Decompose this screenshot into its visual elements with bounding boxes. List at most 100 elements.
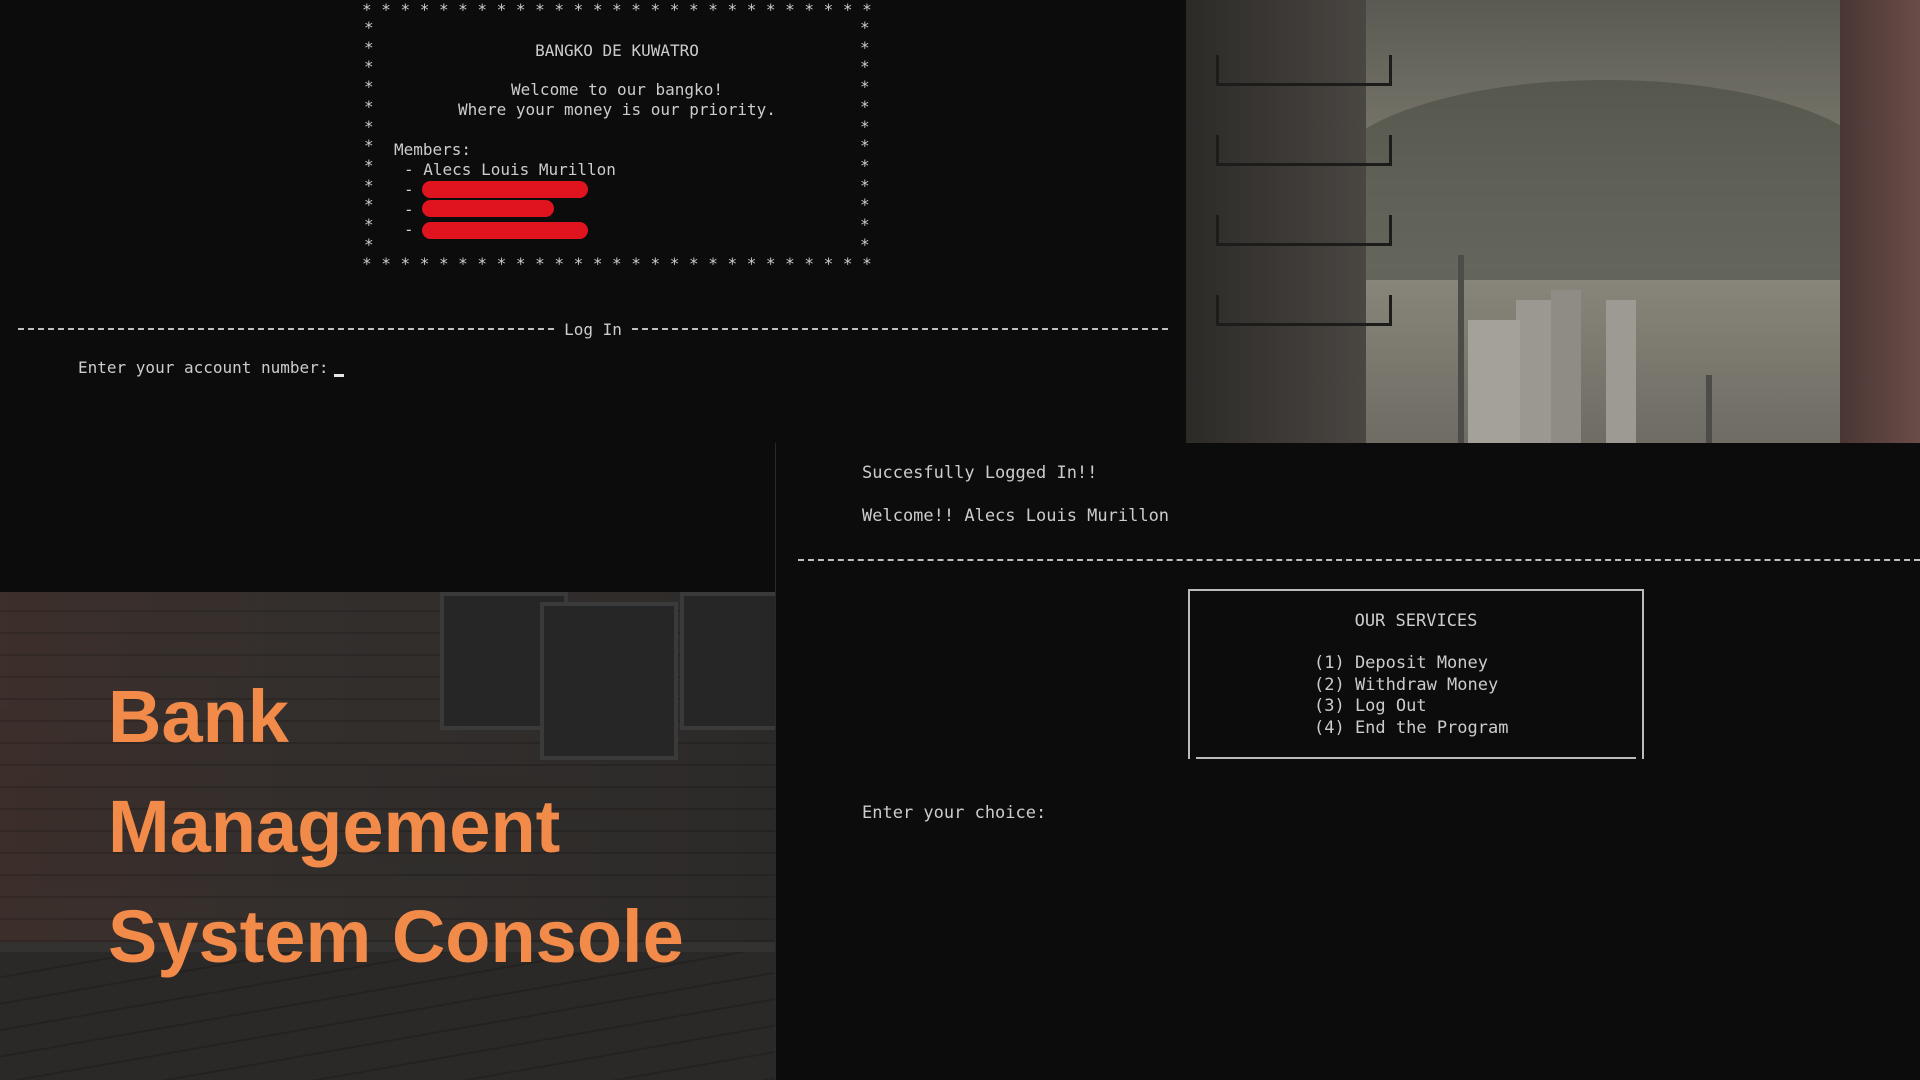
border-asterisk: * xyxy=(554,254,564,273)
border-asterisk: * xyxy=(860,116,870,136)
border-asterisk: * xyxy=(765,0,776,19)
border-asterisk: * xyxy=(535,254,545,273)
login-console-window: * * * * * * * * * * * * * * * * * * * * * * * * * * * * * * * * * * * * * * *… xyxy=(0,0,1186,443)
border-asterisk: * xyxy=(650,254,661,273)
login-section-divider: Log In xyxy=(18,318,1169,340)
member-item: - xyxy=(404,220,414,239)
border-asterisk: * xyxy=(860,18,870,37)
border-asterisk: * xyxy=(727,0,738,19)
border-asterisk: * xyxy=(496,254,507,273)
border-asterisk: * xyxy=(860,215,870,235)
border-asterisk: * xyxy=(458,254,468,273)
border-asterisk: * xyxy=(688,254,699,273)
service-option-withdraw: (2) Withdraw Money xyxy=(1314,674,1499,695)
welcome-line-1: Welcome to our bangko! xyxy=(511,80,723,99)
banner-bottom-border: * * * * * * * * * * * * * * * * * * * * * * * * * * * xyxy=(362,254,872,274)
border-asterisk: * xyxy=(708,0,718,19)
redaction-mark xyxy=(422,200,554,217)
border-asterisk: * xyxy=(381,254,391,273)
border-asterisk: * xyxy=(669,254,680,273)
border-asterisk: * xyxy=(573,0,584,19)
border-asterisk: * xyxy=(860,57,870,77)
border-asterisk: * xyxy=(364,156,374,176)
border-asterisk: * xyxy=(746,0,757,19)
choice-input-prompt[interactable]: Enter your choice: xyxy=(862,803,1046,823)
border-asterisk: * xyxy=(364,215,374,235)
service-option-logout: (3) Log Out xyxy=(1314,696,1427,716)
text-cursor xyxy=(334,374,345,377)
city-street-photo xyxy=(1186,0,1920,443)
border-asterisk: * xyxy=(438,254,449,273)
border-asterisk: * xyxy=(727,254,738,273)
login-section-label: Log In xyxy=(564,319,622,339)
border-asterisk: * xyxy=(419,254,430,273)
login-success-message: Succesfully Logged In!! xyxy=(862,463,1098,483)
border-asterisk: * xyxy=(419,0,430,19)
border-asterisk: * xyxy=(535,0,545,19)
border-asterisk: * xyxy=(554,0,564,19)
border-asterisk: * xyxy=(515,0,526,19)
welcome-user-message: Welcome!! Alecs Louis Murillon xyxy=(862,506,1170,526)
app-title-line: System Console xyxy=(108,895,684,978)
border-asterisk: * xyxy=(364,195,374,215)
redaction-mark xyxy=(422,222,588,239)
border-asterisk: * xyxy=(631,0,641,19)
border-asterisk: * xyxy=(364,18,374,37)
border-asterisk: * xyxy=(362,254,372,273)
border-asterisk: * xyxy=(364,175,374,195)
app-title-line: Bank xyxy=(108,675,289,758)
border-asterisk: * xyxy=(688,0,699,19)
app-title: Bank Management System Console xyxy=(108,662,684,992)
border-asterisk: * xyxy=(804,254,815,273)
banner-top-border: * * * * * * * * * * * * * * * * * * * * * * * * * * * xyxy=(362,0,872,20)
border-asterisk: * xyxy=(612,0,622,19)
services-menu-box: OUR SERVICES (1) Deposit Money (2) Withd… xyxy=(1188,589,1644,759)
border-asterisk: * xyxy=(477,254,488,273)
border-asterisk: * xyxy=(364,116,374,136)
border-asterisk: * xyxy=(364,234,374,254)
app-title-line: Management xyxy=(108,785,561,868)
member-item: - Alecs Louis Murillon xyxy=(404,160,616,179)
account-number-field[interactable]: Enter your account number: xyxy=(78,358,345,377)
border-asterisk: * xyxy=(364,57,374,77)
border-asterisk: * xyxy=(823,254,834,273)
border-asterisk: * xyxy=(860,136,870,156)
border-asterisk: * xyxy=(612,254,622,273)
services-list: (1) Deposit Money (2) Withdraw Money (3)… xyxy=(1314,653,1508,739)
border-asterisk: * xyxy=(823,0,834,19)
menu-console-window: Succesfully Logged In!! Welcome!! Alecs … xyxy=(776,443,1920,1080)
border-asterisk: * xyxy=(592,254,603,273)
welcome-banner: * * * * * * * * * * * * * * * * * * * * * * * * * * * * * * * * * * * * * * *… xyxy=(362,0,872,273)
redaction-mark xyxy=(422,181,588,198)
border-asterisk: * xyxy=(592,0,603,19)
member-item: - xyxy=(404,180,414,199)
border-asterisk: * xyxy=(650,0,661,19)
border-asterisk: * xyxy=(400,0,411,19)
services-title: OUR SERVICES xyxy=(1354,611,1478,631)
border-asterisk: * xyxy=(573,254,584,273)
border-asterisk: * xyxy=(362,0,372,19)
border-asterisk: * xyxy=(804,0,815,19)
welcome-line-2: Where your money is our priority. xyxy=(458,100,776,119)
border-asterisk: * xyxy=(785,0,795,19)
service-option-end: (4) End the Program xyxy=(1314,717,1509,738)
border-asterisk: * xyxy=(496,0,507,19)
border-asterisk: * xyxy=(381,0,391,19)
bank-name: BANGKO DE KUWATRO xyxy=(535,41,699,60)
border-asterisk: * xyxy=(860,234,870,254)
border-asterisk: * xyxy=(364,136,374,156)
border-asterisk: * xyxy=(458,0,468,19)
border-asterisk: * xyxy=(862,254,872,273)
member-item: - xyxy=(404,200,414,219)
border-asterisk: * xyxy=(515,254,526,273)
menu-divider xyxy=(798,559,1920,561)
border-asterisk: * xyxy=(438,0,449,19)
branding-panel: Bank Management System Console xyxy=(0,592,776,1080)
border-asterisk: * xyxy=(842,0,853,19)
members-label: Members: xyxy=(394,140,472,159)
border-asterisk: * xyxy=(708,254,718,273)
border-asterisk: * xyxy=(860,195,870,215)
border-asterisk: * xyxy=(631,254,641,273)
border-asterisk: * xyxy=(477,0,488,19)
border-asterisk: * xyxy=(860,175,870,195)
